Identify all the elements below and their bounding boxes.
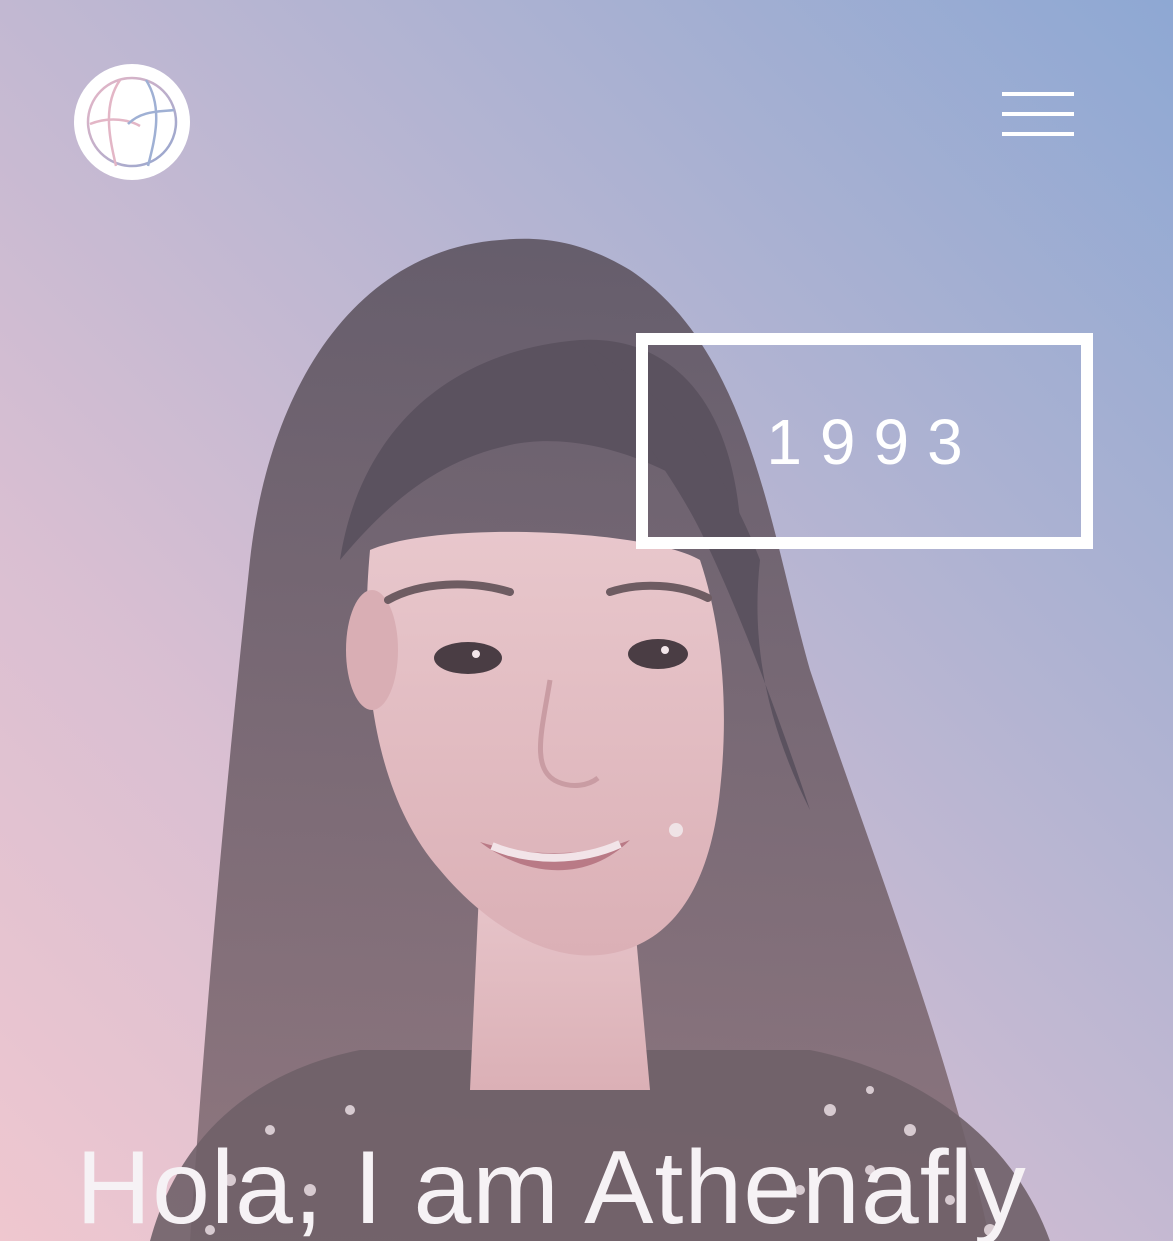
year-text: 1993	[766, 406, 981, 478]
hero-headline: Hola, I am Athenafly	[76, 1130, 1027, 1241]
menu-line	[1002, 112, 1074, 116]
menu-line	[1002, 92, 1074, 96]
menu-line	[1002, 132, 1074, 136]
hamburger-menu-button[interactable]	[1000, 88, 1076, 140]
year-badge: 1993	[636, 333, 1093, 549]
monogram-logo-icon	[86, 76, 178, 168]
logo[interactable]	[74, 64, 190, 180]
hero-page: 1993 Hola, I am Athenafly	[0, 0, 1173, 1241]
